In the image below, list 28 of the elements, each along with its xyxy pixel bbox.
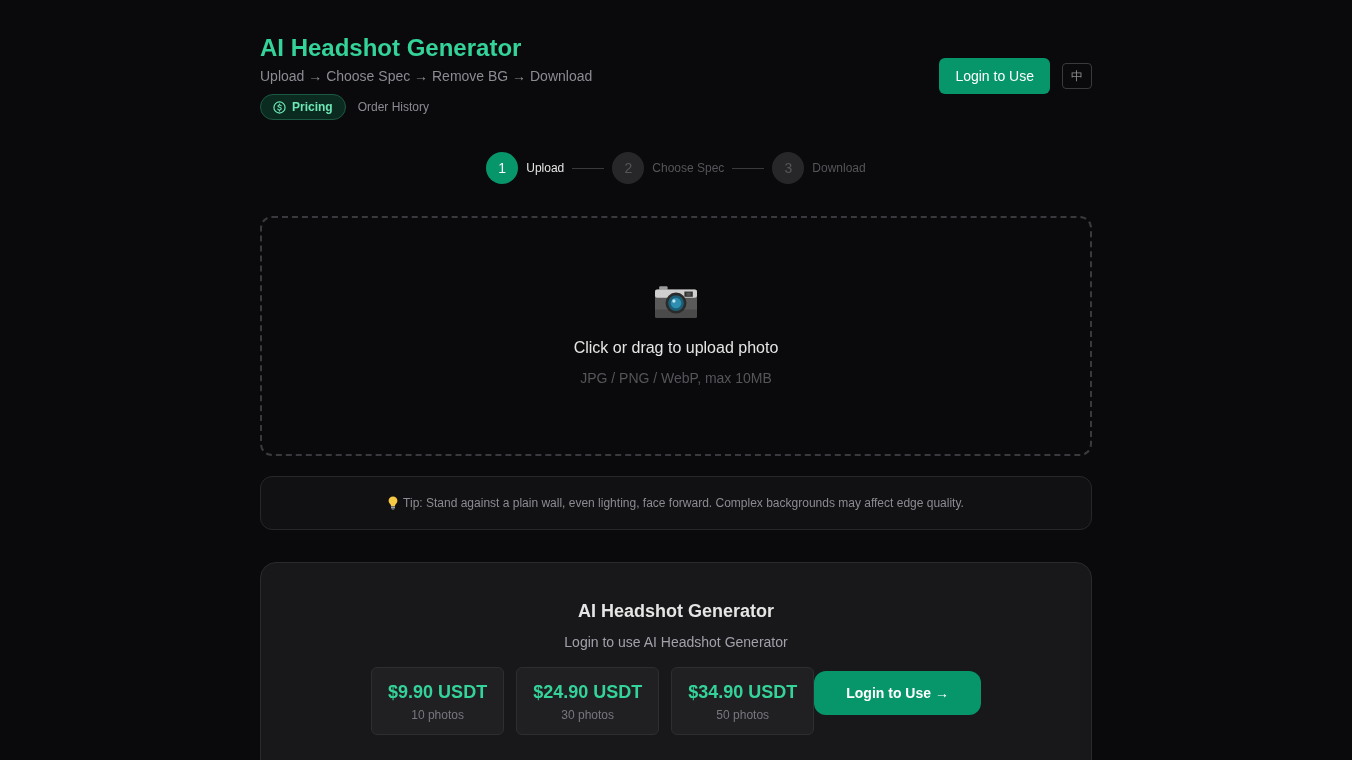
plan-price: $24.90 USDT	[533, 681, 643, 704]
card-title: AI Headshot Generator	[577, 600, 774, 623]
step-label: Upload	[526, 161, 565, 175]
workflow-subtitle: Upload → Choose Spec → Remove BG → Download	[260, 67, 593, 86]
pricing-pill[interactable]: Pricing	[260, 94, 346, 120]
step-connector	[572, 167, 605, 169]
step-number: 1	[486, 152, 519, 184]
login-button[interactable]: Login to Use	[939, 58, 1050, 94]
plan-photo-count: 10 photos	[411, 708, 464, 722]
light-bulb-icon	[388, 496, 399, 510]
plan-price: $9.90 USDT	[388, 681, 488, 704]
dollar-circle-icon	[273, 100, 286, 114]
card-subtitle: Login to use AI Headshot Generator	[564, 633, 788, 652]
plan-photo-count: 50 photos	[716, 708, 770, 722]
camera-icon	[655, 284, 697, 318]
login-button[interactable]: Login to Use →	[814, 671, 981, 715]
language-button[interactable]: 中	[1062, 63, 1092, 89]
plan-photo-count: 30 photos	[561, 708, 614, 722]
step-label: Download	[812, 161, 866, 175]
step-connector	[732, 167, 765, 169]
app-title: AI Headshot Generator	[260, 33, 523, 63]
step-label: Choose Spec	[652, 161, 725, 175]
upload-instruction: Click or drag to upload photo	[573, 338, 779, 358]
upload-dropzone[interactable]: Click or drag to upload photo JPG / PNG / WebP, max 10MB	[260, 216, 1092, 456]
file-format-hint: JPG / PNG / WebP, max 10MB	[580, 369, 772, 388]
plan-price: $34.90 USDT	[688, 681, 798, 704]
tip-text: Tip: Stand against a plain wall, even lighting, face forward. Complex backgrounds may affect edge quality.	[403, 495, 964, 511]
order-history-link[interactable]: Order History	[357, 100, 430, 114]
